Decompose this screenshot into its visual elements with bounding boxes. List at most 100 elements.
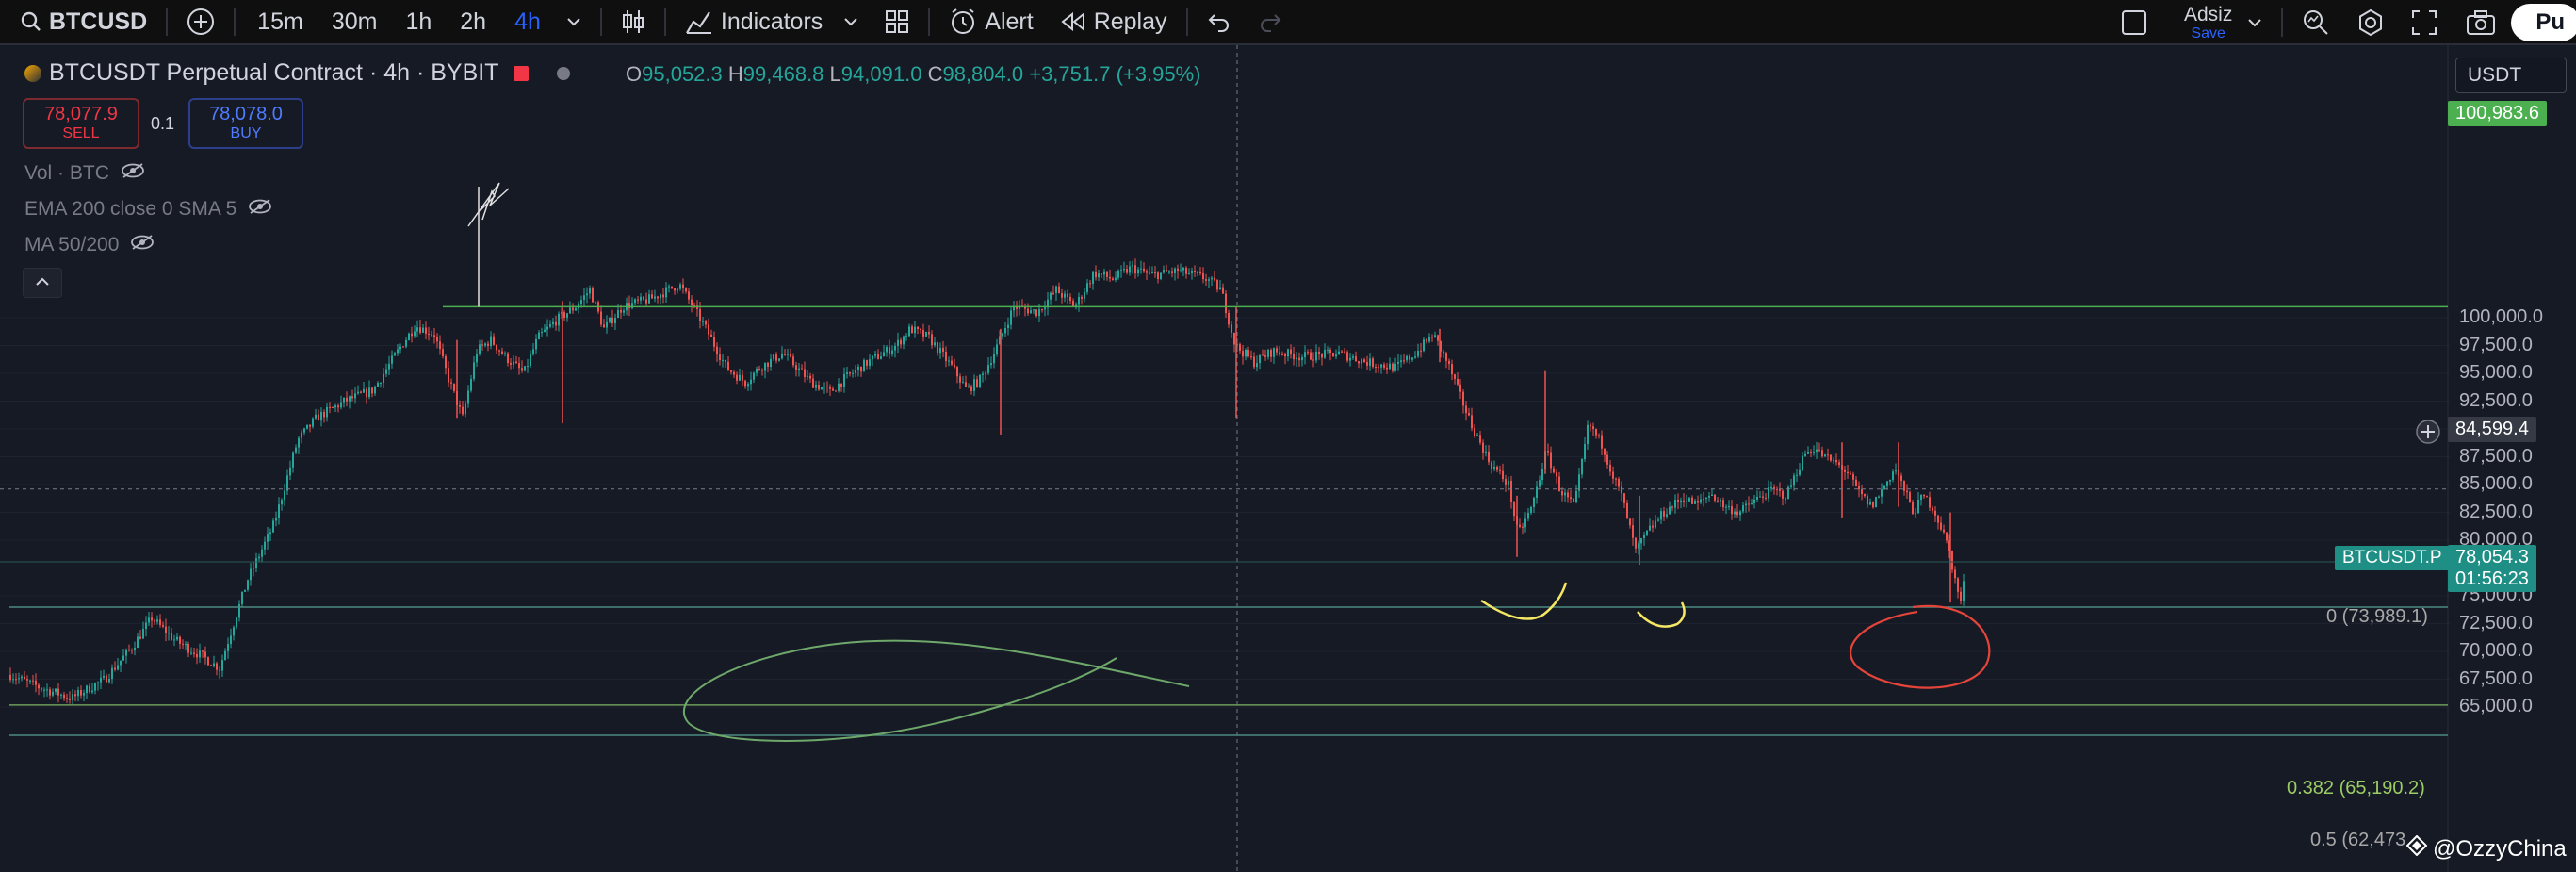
- interval-2h[interactable]: 2h: [449, 8, 497, 36]
- replay-button[interactable]: Replay: [1047, 0, 1181, 44]
- publish-button[interactable]: Pu: [2511, 4, 2576, 41]
- candle-body: [1157, 272, 1159, 280]
- candle-body: [1615, 478, 1617, 480]
- candle-body: [1202, 272, 1204, 280]
- candle-body: [380, 382, 382, 384]
- undo-button[interactable]: [1194, 0, 1245, 44]
- candle-body: [583, 295, 585, 301]
- candle-body: [391, 355, 393, 364]
- close-value: 98,804.0: [942, 62, 1024, 86]
- interval-15m[interactable]: 15m: [247, 8, 314, 36]
- candle-body: [1818, 449, 1820, 451]
- candle-body: [510, 362, 512, 365]
- candle-body: [1513, 502, 1515, 517]
- currency-select[interactable]: USDT: [2455, 58, 2567, 93]
- candle-body: [855, 370, 856, 373]
- chevron-down-icon[interactable]: [843, 16, 858, 27]
- candle-body: [1937, 515, 1939, 523]
- candle-body: [1652, 525, 1654, 528]
- chart-legend-title[interactable]: BTCUSDT Perpetual Contract · 4h · BYBIT: [24, 59, 571, 87]
- candle-body: [498, 350, 500, 352]
- candle-body: [1541, 469, 1543, 481]
- templates-icon: [885, 9, 909, 34]
- settings-icon[interactable]: [2356, 8, 2385, 37]
- candle-body: [100, 677, 102, 683]
- alert-button[interactable]: Alert: [936, 0, 1046, 44]
- eye-off-icon[interactable]: [121, 162, 145, 185]
- candle-body: [1753, 499, 1755, 504]
- candle-body: [1852, 474, 1854, 480]
- close-key: C: [927, 62, 943, 86]
- candle-body: [756, 369, 758, 373]
- quick-search-icon[interactable]: [2302, 8, 2330, 37]
- indicators-button[interactable]: Indicators: [672, 0, 872, 44]
- candle-body: [736, 374, 738, 381]
- candle-body: [1035, 309, 1037, 317]
- templates-button[interactable]: [872, 0, 922, 44]
- candle-body: [951, 360, 953, 365]
- sell-button[interactable]: 78,077.9 SELL: [23, 98, 139, 149]
- compare-button[interactable]: [173, 0, 228, 44]
- candle-body: [1660, 511, 1662, 520]
- candle-body: [151, 617, 153, 621]
- square-icon[interactable]: [2120, 8, 2148, 37]
- eye-off-icon[interactable]: [248, 198, 272, 221]
- candle-body: [306, 424, 308, 429]
- camera-icon[interactable]: [2466, 9, 2496, 36]
- candle-body: [1677, 500, 1679, 502]
- candle-body: [857, 366, 859, 370]
- candle-body: [1474, 428, 1475, 436]
- candle-body: [470, 378, 472, 391]
- interval-4h[interactable]: 4h: [504, 8, 551, 36]
- toolbar-right: Adsiz Save Pu: [2120, 0, 2576, 45]
- candle-body: [1499, 469, 1501, 471]
- candle-body: [1106, 271, 1108, 277]
- candle-body: [660, 294, 661, 299]
- interval-1h[interactable]: 1h: [395, 8, 442, 36]
- candle-body: [1934, 510, 1936, 516]
- candle-body: [555, 321, 557, 326]
- candle-body: [1067, 293, 1068, 297]
- redo-button[interactable]: [1245, 0, 1296, 44]
- candle-body: [1493, 466, 1495, 469]
- candle-body: [1640, 538, 1642, 544]
- symbol-search[interactable]: BTCUSD: [0, 0, 160, 44]
- candle-body: [1547, 451, 1549, 453]
- collapse-legend-button[interactable]: [23, 268, 62, 298]
- candle-body: [702, 321, 704, 322]
- interval-30m[interactable]: 30m: [321, 8, 388, 36]
- eye-off-icon[interactable]: [130, 234, 155, 256]
- candle-body: [852, 372, 854, 374]
- indicator-ma[interactable]: MA 50/200: [24, 234, 155, 256]
- candle-body: [320, 411, 322, 421]
- candle-body: [295, 447, 297, 453]
- candle-body: [63, 694, 65, 699]
- candle-body: [1262, 354, 1264, 356]
- indicator-volume-label: Vol · BTC: [24, 162, 109, 184]
- candle-body: [1132, 265, 1133, 267]
- candle-body: [614, 318, 616, 324]
- price-tick: 85,000.0: [2459, 473, 2533, 495]
- buy-button[interactable]: 78,078.0 BUY: [188, 98, 303, 149]
- indicator-volume[interactable]: Vol · BTC: [24, 162, 145, 185]
- candle-body: [1437, 335, 1439, 341]
- candle-body: [1714, 494, 1716, 501]
- candle-body: [1720, 500, 1721, 502]
- indicator-ema[interactable]: EMA 200 close 0 SMA 5: [24, 198, 272, 221]
- layout-name: Adsiz: [2183, 3, 2233, 25]
- candle-body: [1216, 280, 1218, 290]
- candle-body: [1505, 479, 1507, 485]
- layout-save[interactable]: Adsiz Save: [2184, 5, 2232, 41]
- candle-body: [903, 336, 905, 345]
- crosshair-plus-icon[interactable]: [2415, 419, 2441, 450]
- candle-body: [103, 675, 105, 678]
- chevron-down-icon[interactable]: [2247, 17, 2262, 28]
- candle-body: [1293, 354, 1295, 360]
- chart-type-button[interactable]: [608, 0, 659, 44]
- chevron-down-icon[interactable]: [559, 16, 589, 27]
- candle-body: [1327, 349, 1329, 351]
- candle-body: [1491, 462, 1492, 469]
- price-chart[interactable]: [0, 45, 2576, 872]
- fullscreen-icon[interactable]: [2411, 9, 2437, 36]
- candle-body: [199, 650, 201, 658]
